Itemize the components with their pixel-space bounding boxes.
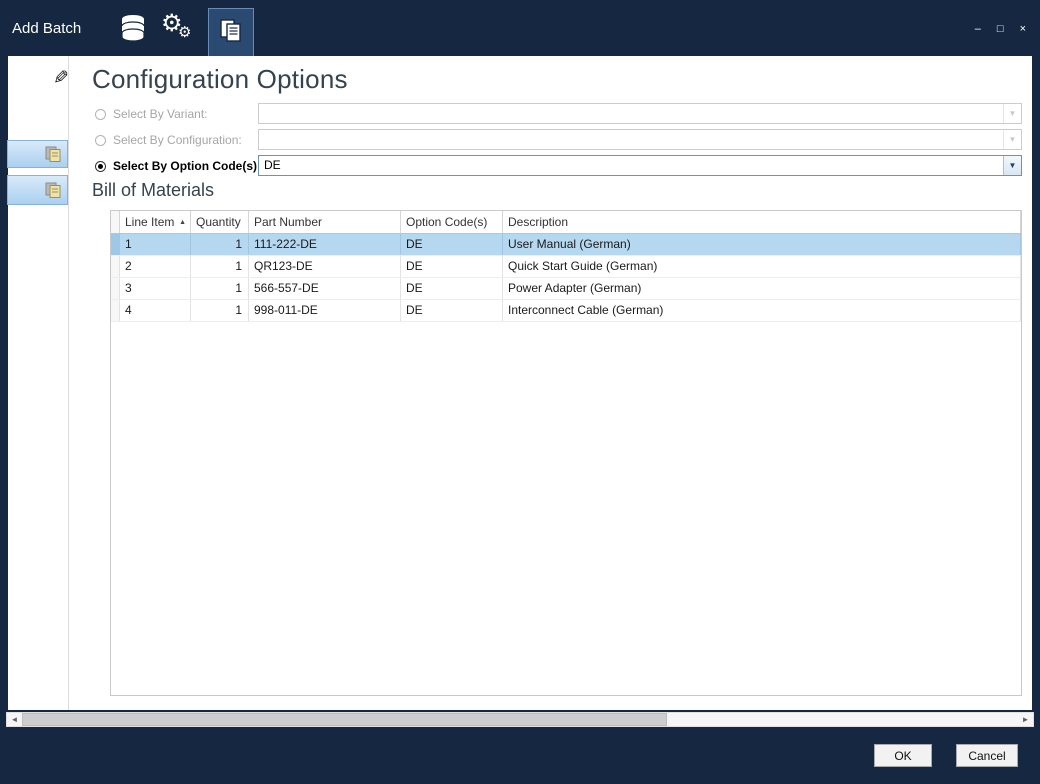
content-panel: ✎ Configuration Options Select By Varian…: [8, 56, 1032, 710]
cell-line-item: 1: [120, 234, 191, 255]
cell-part-number: QR123-DE: [249, 256, 401, 277]
batch-item-icon: [45, 146, 62, 167]
cell-description: Power Adapter (German): [503, 278, 1021, 299]
option-label-configuration: Select By Configuration:: [113, 133, 242, 147]
cell-quantity: 1: [191, 300, 249, 321]
chevron-down-icon: ▼: [1009, 162, 1017, 170]
bom-data-grid: Line Item ▲ Quantity Part Number Option …: [110, 210, 1022, 696]
maximize-button[interactable]: □: [997, 24, 1004, 35]
column-header-line-item[interactable]: Line Item ▲: [120, 211, 191, 233]
row-header-cell: [111, 278, 120, 299]
scroll-right-button[interactable]: ►: [1018, 713, 1033, 726]
combo-value: [259, 130, 1003, 149]
copy-documents-icon: [216, 16, 246, 51]
cell-part-number: 111-222-DE: [249, 234, 401, 255]
horizontal-scrollbar[interactable]: ◄ ►: [6, 712, 1034, 727]
option-row-option-codes: Select By Option Code(s): DE ▼: [95, 155, 1022, 177]
title-bar: Add Batch ⚙ ⚙: [0, 0, 1040, 56]
database-icon: [116, 11, 150, 50]
combo-value: [259, 104, 1003, 123]
column-header-option-codes[interactable]: Option Code(s): [401, 211, 503, 233]
radio-select-by-variant[interactable]: [95, 109, 106, 120]
cell-part-number: 566-557-DE: [249, 278, 401, 299]
dropdown-button: ▼: [1003, 130, 1021, 149]
settings-toolbar-button[interactable]: ⚙ ⚙: [156, 7, 202, 53]
cell-option-codes: DE: [401, 278, 503, 299]
chevron-down-icon: ▼: [1009, 136, 1017, 144]
dropdown-button: ▼: [1003, 104, 1021, 123]
toolbar: ⚙ ⚙: [110, 4, 254, 56]
configuration-combobox: ▼: [258, 129, 1022, 150]
scroll-left-button[interactable]: ◄: [7, 713, 22, 726]
cell-description: Interconnect Cable (German): [503, 300, 1021, 321]
chevron-down-icon: ▼: [1009, 110, 1017, 118]
column-header-part-number[interactable]: Part Number: [249, 211, 401, 233]
cell-quantity: 1: [191, 234, 249, 255]
database-toolbar-button[interactable]: [110, 7, 156, 53]
variant-combobox: ▼: [258, 103, 1022, 124]
cell-line-item: 4: [120, 300, 191, 321]
cell-option-codes: DE: [401, 256, 503, 277]
cell-line-item: 3: [120, 278, 191, 299]
batch-list-item[interactable]: [7, 175, 68, 205]
cell-part-number: 998-011-DE: [249, 300, 401, 321]
table-row[interactable]: 2 1 QR123-DE DE Quick Start Guide (Germa…: [111, 256, 1021, 278]
option-row-configuration: Select By Configuration: ▼: [95, 129, 1022, 151]
combo-value: DE: [259, 156, 1003, 175]
radio-select-by-option-codes[interactable]: [95, 161, 106, 172]
option-label-option-codes: Select By Option Code(s):: [113, 159, 261, 173]
cell-description: Quick Start Guide (German): [503, 256, 1021, 277]
option-codes-combobox[interactable]: DE ▼: [258, 155, 1022, 176]
row-header-column: [111, 211, 120, 233]
batch-documents-toolbar-button[interactable]: [208, 8, 254, 58]
window-controls: – □ ×: [975, 24, 1026, 35]
window-title: Add Batch: [12, 20, 81, 37]
gears-icon: ⚙ ⚙: [161, 12, 197, 48]
batch-item-icon: [45, 182, 62, 203]
add-batch-window: { "window": { "title": "Add Batch" }, "i…: [0, 0, 1040, 784]
radio-select-by-configuration[interactable]: [95, 135, 106, 146]
cell-option-codes: DE: [401, 300, 503, 321]
bom-header-row: Line Item ▲ Quantity Part Number Option …: [111, 211, 1021, 234]
cell-quantity: 1: [191, 278, 249, 299]
row-header-cell: [111, 256, 120, 277]
table-row[interactable]: 1 1 111-222-DE DE User Manual (German): [111, 234, 1021, 256]
minimize-button[interactable]: –: [975, 24, 981, 35]
cancel-button[interactable]: Cancel: [956, 744, 1018, 767]
bom-section-title: Bill of Materials: [92, 180, 214, 201]
dropdown-button[interactable]: ▼: [1003, 156, 1021, 175]
row-header-cell: [111, 300, 120, 321]
row-header-cell: [111, 234, 120, 255]
page-title: Configuration Options: [92, 64, 348, 95]
batch-list-item[interactable]: [7, 140, 68, 168]
table-row[interactable]: 4 1 998-011-DE DE Interconnect Cable (Ge…: [111, 300, 1021, 322]
close-button[interactable]: ×: [1020, 24, 1026, 35]
table-row[interactable]: 3 1 566-557-DE DE Power Adapter (German): [111, 278, 1021, 300]
cell-option-codes: DE: [401, 234, 503, 255]
cell-description: User Manual (German): [503, 234, 1021, 255]
edit-configuration-icon: ✎: [53, 67, 69, 90]
column-header-quantity[interactable]: Quantity: [191, 211, 249, 233]
option-row-variant: Select By Variant: ▼: [95, 103, 1022, 125]
ok-button[interactable]: OK: [874, 744, 932, 767]
scrollbar-thumb[interactable]: [22, 713, 667, 726]
sort-ascending-icon: ▲: [179, 219, 186, 226]
sidebar-divider: [68, 56, 69, 710]
cell-quantity: 1: [191, 256, 249, 277]
option-label-variant: Select By Variant:: [113, 107, 208, 121]
column-header-description[interactable]: Description: [503, 211, 1021, 233]
cell-line-item: 2: [120, 256, 191, 277]
